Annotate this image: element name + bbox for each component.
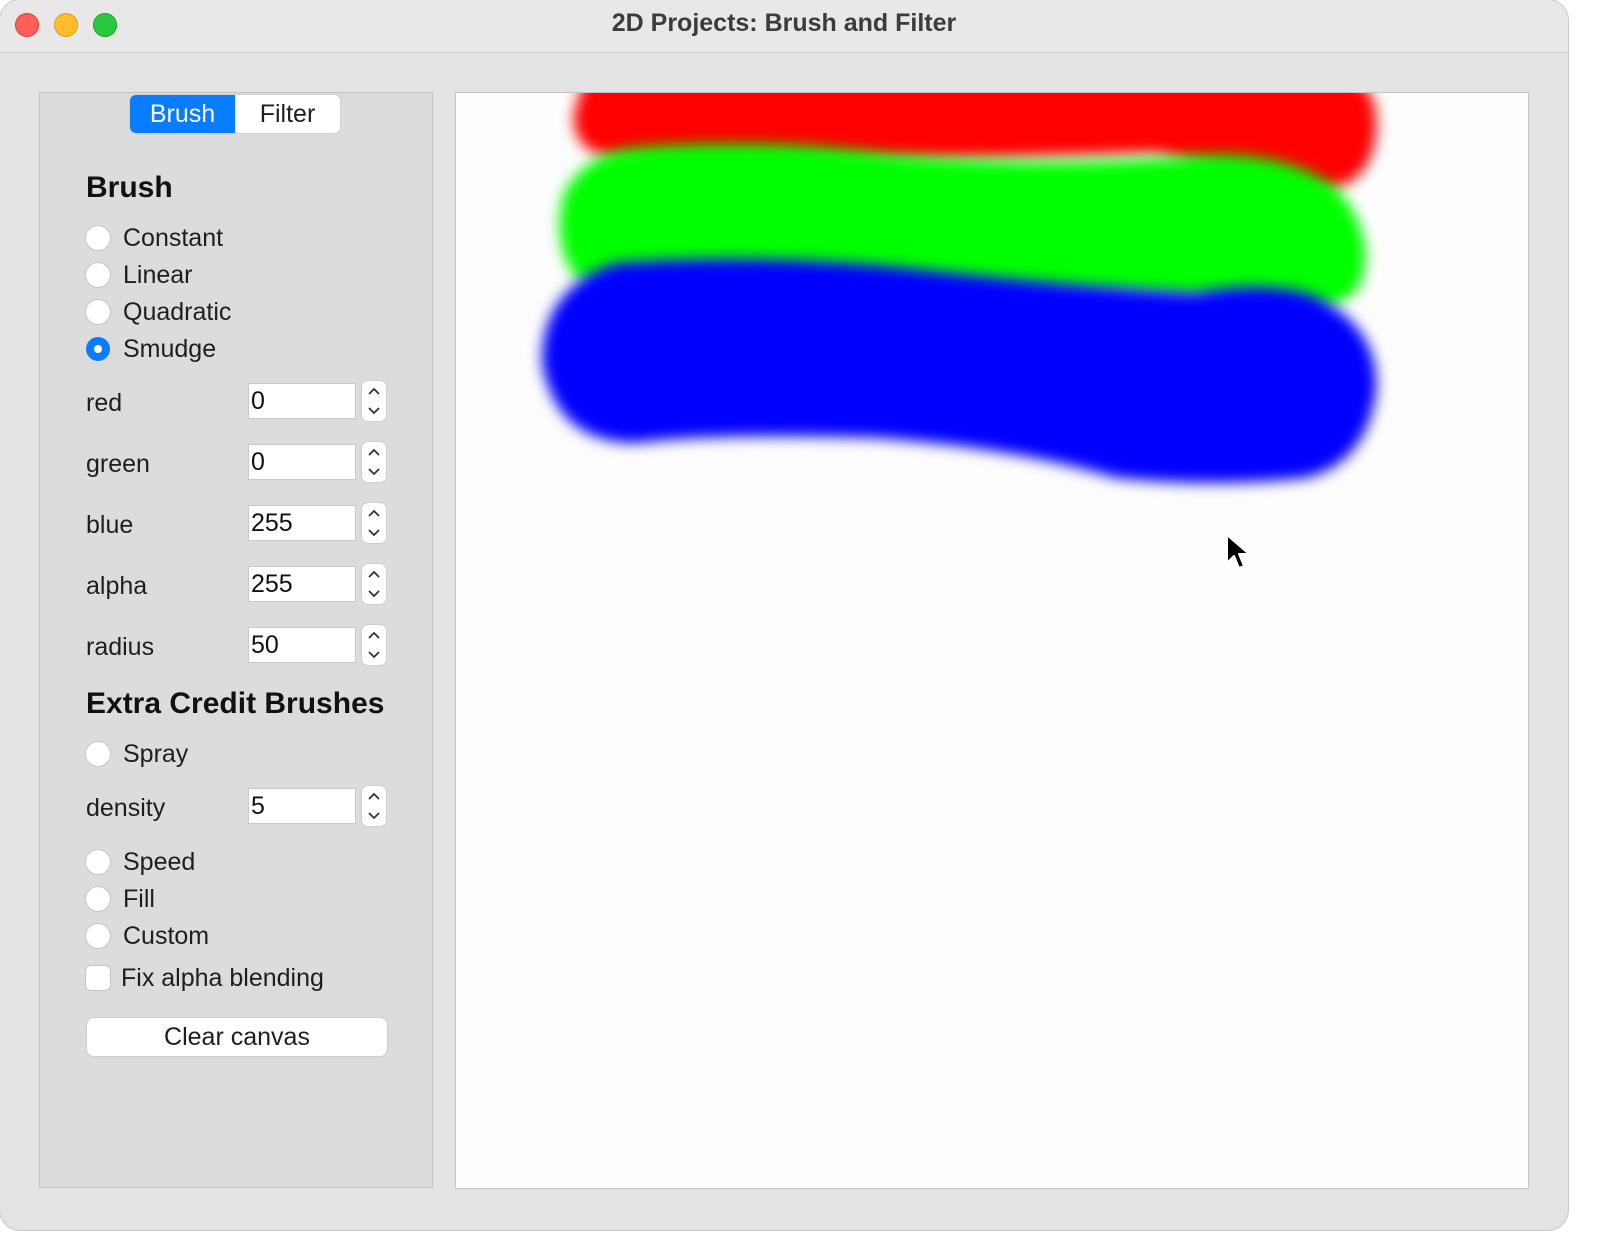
radio-speed[interactable]: Speed — [86, 847, 195, 877]
density-stepper — [362, 786, 386, 826]
radio-button-icon — [86, 300, 110, 324]
blue-increment-button[interactable] — [362, 503, 386, 523]
radius-field: radius — [86, 625, 390, 667]
density-label: density — [86, 794, 166, 822]
blue-decrement-button[interactable] — [362, 523, 386, 543]
green-label: green — [86, 450, 150, 478]
title-bar: 2D Projects: Brush and Filter — [0, 0, 1568, 53]
radio-constant[interactable]: Constant — [86, 223, 223, 253]
blue-brush-stroke — [541, 259, 1377, 483]
radio-quadratic[interactable]: Quadratic — [86, 297, 231, 327]
radius-increment-button[interactable] — [362, 625, 386, 645]
red-input[interactable] — [248, 383, 356, 419]
alpha-field: alpha — [86, 564, 390, 606]
red-decrement-button[interactable] — [362, 401, 386, 421]
radio-button-icon — [86, 850, 110, 874]
alpha-increment-button[interactable] — [362, 564, 386, 584]
density-increment-button[interactable] — [362, 786, 386, 806]
radio-label: Speed — [123, 847, 196, 876]
radio-button-icon — [86, 263, 110, 287]
radio-linear[interactable]: Linear — [86, 260, 193, 290]
chevron-up-icon — [368, 448, 380, 456]
window-title: 2D Projects: Brush and Filter — [611, 9, 957, 37]
radio-label: Linear — [123, 260, 193, 289]
radio-fill[interactable]: Fill — [86, 884, 155, 914]
tab-brush[interactable]: Brush — [130, 95, 235, 133]
drawing-canvas[interactable] — [455, 92, 1529, 1189]
radio-button-icon — [86, 742, 110, 766]
tab-filter[interactable]: Filter — [235, 95, 340, 133]
alpha-input[interactable] — [248, 566, 356, 602]
checkbox-icon — [86, 966, 110, 990]
chevron-up-icon — [368, 631, 380, 639]
chevron-up-icon — [368, 792, 380, 800]
red-stepper — [362, 381, 386, 421]
radio-custom[interactable]: Custom — [86, 921, 209, 951]
control-sidebar: Brush Filter Brush Constant Linear Quadr… — [39, 92, 433, 1188]
chevron-down-icon — [368, 529, 380, 537]
radius-decrement-button[interactable] — [362, 645, 386, 665]
blue-stepper — [362, 503, 386, 543]
chevron-down-icon — [368, 590, 380, 598]
green-stepper — [362, 442, 386, 482]
blue-input[interactable] — [248, 505, 356, 541]
chevron-up-icon — [368, 570, 380, 578]
radio-label: Spray — [123, 739, 189, 768]
red-increment-button[interactable] — [362, 381, 386, 401]
alpha-decrement-button[interactable] — [362, 584, 386, 604]
red-field: red — [86, 381, 390, 423]
brush-heading: Brush — [86, 171, 173, 204]
mode-tabs: Brush Filter — [130, 95, 340, 133]
blue-field: blue — [86, 503, 390, 545]
density-decrement-button[interactable] — [362, 806, 386, 826]
fix-alpha-checkbox[interactable]: Fix alpha blending — [86, 963, 324, 993]
radio-selected-icon — [86, 337, 110, 361]
chevron-down-icon — [368, 468, 380, 476]
chevron-down-icon — [368, 407, 380, 415]
radio-button-icon — [86, 924, 110, 948]
chevron-down-icon — [368, 812, 380, 820]
blue-label: blue — [86, 511, 134, 539]
radio-spray[interactable]: Spray — [86, 739, 188, 769]
chevron-down-icon — [368, 651, 380, 659]
chevron-up-icon — [368, 509, 380, 517]
alpha-label: alpha — [86, 572, 148, 600]
radio-button-icon — [86, 226, 110, 250]
radio-button-icon — [86, 887, 110, 911]
alpha-stepper — [362, 564, 386, 604]
app-window: 2D Projects: Brush and Filter Brush Filt… — [0, 0, 1568, 1230]
radio-label: Constant — [123, 223, 224, 252]
green-input[interactable] — [248, 444, 356, 480]
green-field: green — [86, 442, 390, 484]
radius-label: radius — [86, 633, 155, 661]
checkbox-label: Fix alpha blending — [121, 963, 324, 992]
density-field: density — [86, 786, 390, 828]
radius-stepper — [362, 625, 386, 665]
radio-label: Quadratic — [123, 297, 232, 326]
radius-input[interactable] — [248, 627, 356, 663]
density-input[interactable] — [248, 788, 356, 824]
extra-credit-heading: Extra Credit Brushes — [86, 687, 385, 720]
radio-smudge[interactable]: Smudge — [86, 334, 216, 364]
mouse-pointer-icon — [1226, 534, 1250, 569]
clear-canvas-button[interactable]: Clear canvas — [87, 1018, 387, 1056]
radio-label: Smudge — [123, 334, 217, 363]
green-increment-button[interactable] — [362, 442, 386, 462]
radio-label: Custom — [123, 921, 210, 950]
canvas-strokes — [541, 93, 1377, 483]
green-decrement-button[interactable] — [362, 462, 386, 482]
red-label: red — [86, 389, 123, 417]
chevron-up-icon — [368, 387, 380, 395]
radio-label: Fill — [123, 884, 155, 913]
